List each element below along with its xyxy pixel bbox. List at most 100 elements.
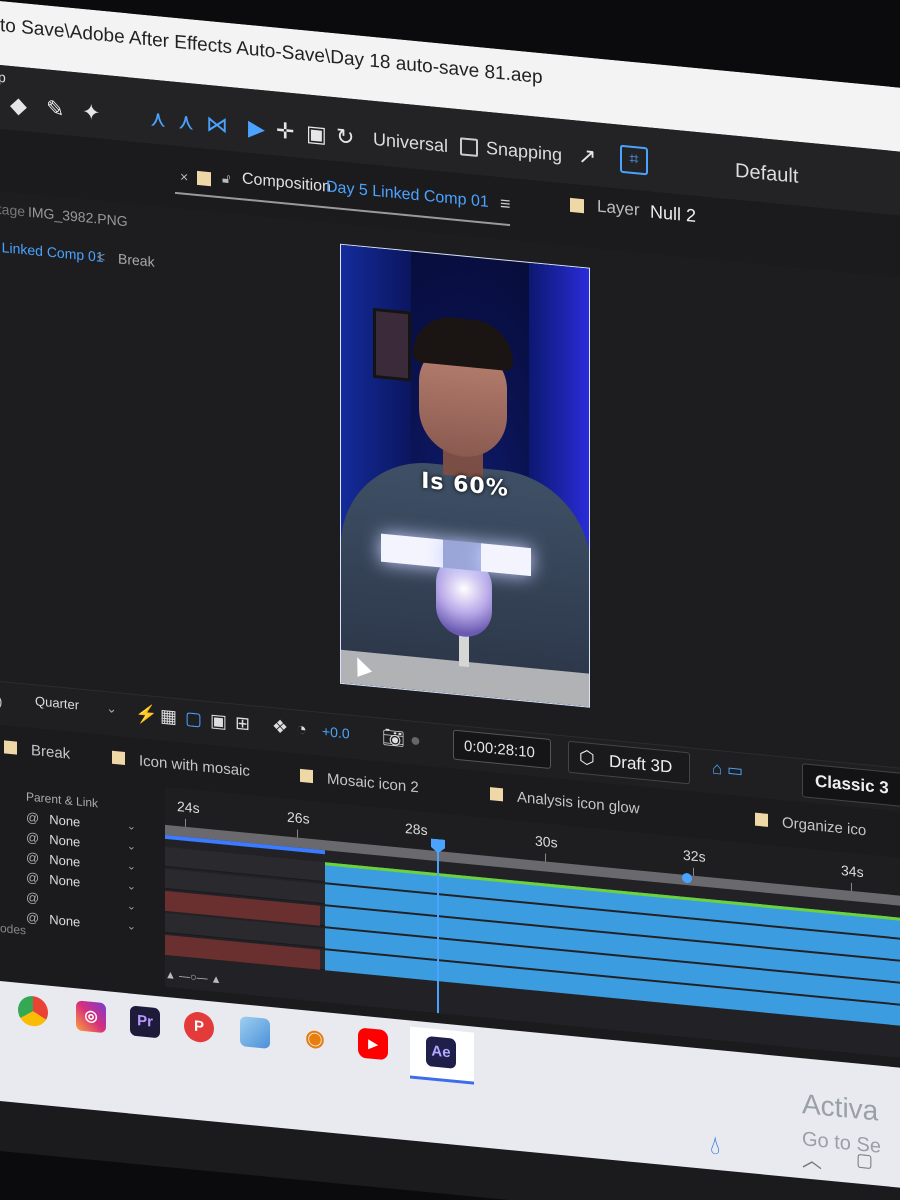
ruler-label: 30s: [535, 832, 558, 851]
premiere-icon[interactable]: Pr: [130, 1005, 160, 1039]
comp-label-swatch: [197, 170, 211, 187]
composition-viewer[interactable]: otage IMG_3982.PNG 5 Linked Comp 01 < Br…: [0, 190, 900, 773]
pin-tool-icon[interactable]: ✦: [82, 99, 100, 127]
monitor-screen: to Save\Adobe After Effects Auto-Save\Da…: [0, 0, 900, 1200]
exposure-reset-icon[interactable]: ◔: [296, 718, 307, 740]
channels-icon[interactable]: ❖: [272, 716, 288, 739]
pick-whip-icon[interactable]: @: [26, 869, 39, 885]
chrome-icon[interactable]: [18, 994, 48, 1028]
tab-label: Organize ico: [782, 814, 867, 840]
tray-icon[interactable]: ▢: [856, 1149, 873, 1172]
composition-tab-label[interactable]: Composition: [242, 170, 331, 197]
move-tool-icon[interactable]: ✛: [276, 118, 294, 146]
layer-label-swatch: [570, 197, 584, 214]
tab-label: Analysis icon glow: [517, 788, 640, 818]
breadcrumb-comp[interactable]: 5 Linked Comp 01: [0, 238, 104, 265]
tab-icon-with-mosaic[interactable]: Icon with mosaic: [112, 750, 250, 780]
footage-file-name[interactable]: IMG_3982.PNG: [28, 204, 128, 230]
transparency-grid-icon[interactable]: ▦: [160, 705, 177, 728]
timeline-zoom-slider[interactable]: ▲ —○— ▲: [165, 969, 222, 986]
workspace-selector[interactable]: Default: [735, 160, 798, 189]
ruler-label: 34s: [841, 861, 864, 881]
breadcrumb-separator: <: [97, 248, 106, 266]
files-icon[interactable]: [240, 1016, 270, 1049]
3d-ground-plane-icon[interactable]: ⌂ ▭: [712, 759, 743, 782]
axis-mode[interactable]: Universal: [373, 129, 448, 157]
selection-tool-icon[interactable]: ▶: [248, 115, 265, 143]
pocket-icon[interactable]: P: [184, 1010, 214, 1044]
composition-frame[interactable]: Is 60%: [340, 243, 590, 708]
ruler-label: 24s: [177, 798, 200, 817]
tab-label: Icon with mosaic: [139, 752, 250, 781]
composition-name[interactable]: Day 5 Linked Comp 01: [326, 178, 489, 212]
parent-value: None: [49, 831, 81, 850]
active-app-cell[interactable]: Ae: [410, 1026, 474, 1085]
draft-3d-label: Draft 3D: [609, 751, 673, 777]
local-axis-icon[interactable]: ⋏: [150, 105, 166, 133]
instagram-icon[interactable]: ◎: [76, 1000, 106, 1034]
mask-visibility-icon[interactable]: ▢: [185, 708, 202, 731]
pick-whip-icon[interactable]: @: [26, 909, 39, 925]
footage-label: otage: [0, 200, 26, 220]
chevron-down-icon: ⌄: [106, 700, 117, 717]
snapping-checkbox[interactable]: [460, 137, 478, 157]
view-axis-icon[interactable]: ⋈: [206, 111, 228, 139]
layer-columns: Parent & Link @ None ⌄ @ None ⌄ @ None ⌄ @ None…: [0, 770, 150, 985]
ruler-label: 32s: [683, 846, 706, 865]
eraser-tool-icon[interactable]: ◆: [10, 92, 27, 120]
after-effects-icon[interactable]: Ae: [426, 1035, 456, 1069]
world-axis-icon[interactable]: ⋏: [178, 108, 194, 136]
parent-value: None: [49, 811, 81, 830]
ruler-tick: [545, 853, 546, 862]
snapshot-camera-icon[interactable]: 📷︎: [382, 727, 405, 750]
work-area-end-handle[interactable]: [682, 872, 692, 884]
layer-tab-label[interactable]: Layer: [597, 196, 640, 220]
youtube-icon[interactable]: ▶: [358, 1027, 388, 1061]
exposure-value[interactable]: +0.0: [322, 723, 350, 742]
fast-previews-icon[interactable]: ⚡: [135, 703, 157, 726]
layer-name[interactable]: Null 2: [650, 202, 696, 227]
snap-arrow-icon[interactable]: ↗: [578, 143, 596, 171]
modes-toggle[interactable]: Modes: [0, 920, 26, 937]
snap-targets-icon[interactable]: ⌗: [620, 144, 648, 176]
close-icon[interactable]: ×: [180, 168, 188, 185]
parent-value: None: [49, 871, 81, 890]
pick-whip-icon[interactable]: @: [26, 809, 39, 825]
tab-mosaic-icon-2[interactable]: Mosaic icon 2: [300, 768, 419, 796]
resolution-dropdown[interactable]: Quarter ⌄: [35, 693, 117, 725]
timecode-field[interactable]: 0:00:28:10: [453, 729, 551, 770]
playhead-line[interactable]: [437, 851, 439, 1014]
tab-analysis-icon-glow[interactable]: Analysis icon glow: [490, 786, 640, 818]
ruler-tick: [297, 829, 298, 838]
tab-break[interactable]: Break: [4, 739, 70, 763]
pick-whip-icon[interactable]: @: [26, 829, 39, 845]
lock-icon[interactable]: 🔓︎: [222, 170, 230, 187]
tab-label: Mosaic icon 2: [327, 770, 419, 797]
blender-icon[interactable]: ◉: [300, 1022, 330, 1055]
chevron-down-icon: ⌄: [126, 860, 136, 874]
pick-whip-icon[interactable]: @: [26, 849, 39, 865]
ruler-label: 28s: [405, 819, 428, 839]
chevron-down-icon: ⌄: [126, 880, 136, 894]
menu-fragment: p: [0, 68, 6, 86]
chevron-down-icon: ⌄: [126, 920, 136, 934]
glow-bar-right: [481, 543, 531, 577]
tab-organize-icon[interactable]: Organize ico: [755, 812, 867, 840]
tab-swatch: [755, 812, 768, 827]
renderer-label: Classic 3: [815, 771, 889, 798]
panel-menu-icon[interactable]: ≡: [500, 193, 511, 215]
water-drop-icon[interactable]: 💧︎: [710, 1129, 720, 1162]
draft-3d-toggle[interactable]: ⬡ Draft 3D: [568, 740, 690, 785]
magnification-dropdown[interactable]: ): [0, 694, 2, 709]
chevron-up-icon[interactable]: ︿: [802, 1143, 822, 1174]
region-of-interest-icon[interactable]: ▣: [210, 710, 227, 733]
parent-value: None: [49, 851, 81, 870]
box-tool-icon[interactable]: ▣: [306, 120, 327, 148]
roto-brush-icon[interactable]: ✎: [46, 95, 64, 123]
show-snapshot-icon[interactable]: ●: [410, 729, 421, 751]
grid-guides-icon[interactable]: ⊞: [235, 713, 250, 735]
pick-whip-icon[interactable]: @: [26, 889, 39, 905]
wall-poster: [373, 307, 411, 382]
rotate-tool-icon[interactable]: ↻: [336, 123, 354, 151]
breadcrumb-break[interactable]: Break: [118, 250, 155, 270]
